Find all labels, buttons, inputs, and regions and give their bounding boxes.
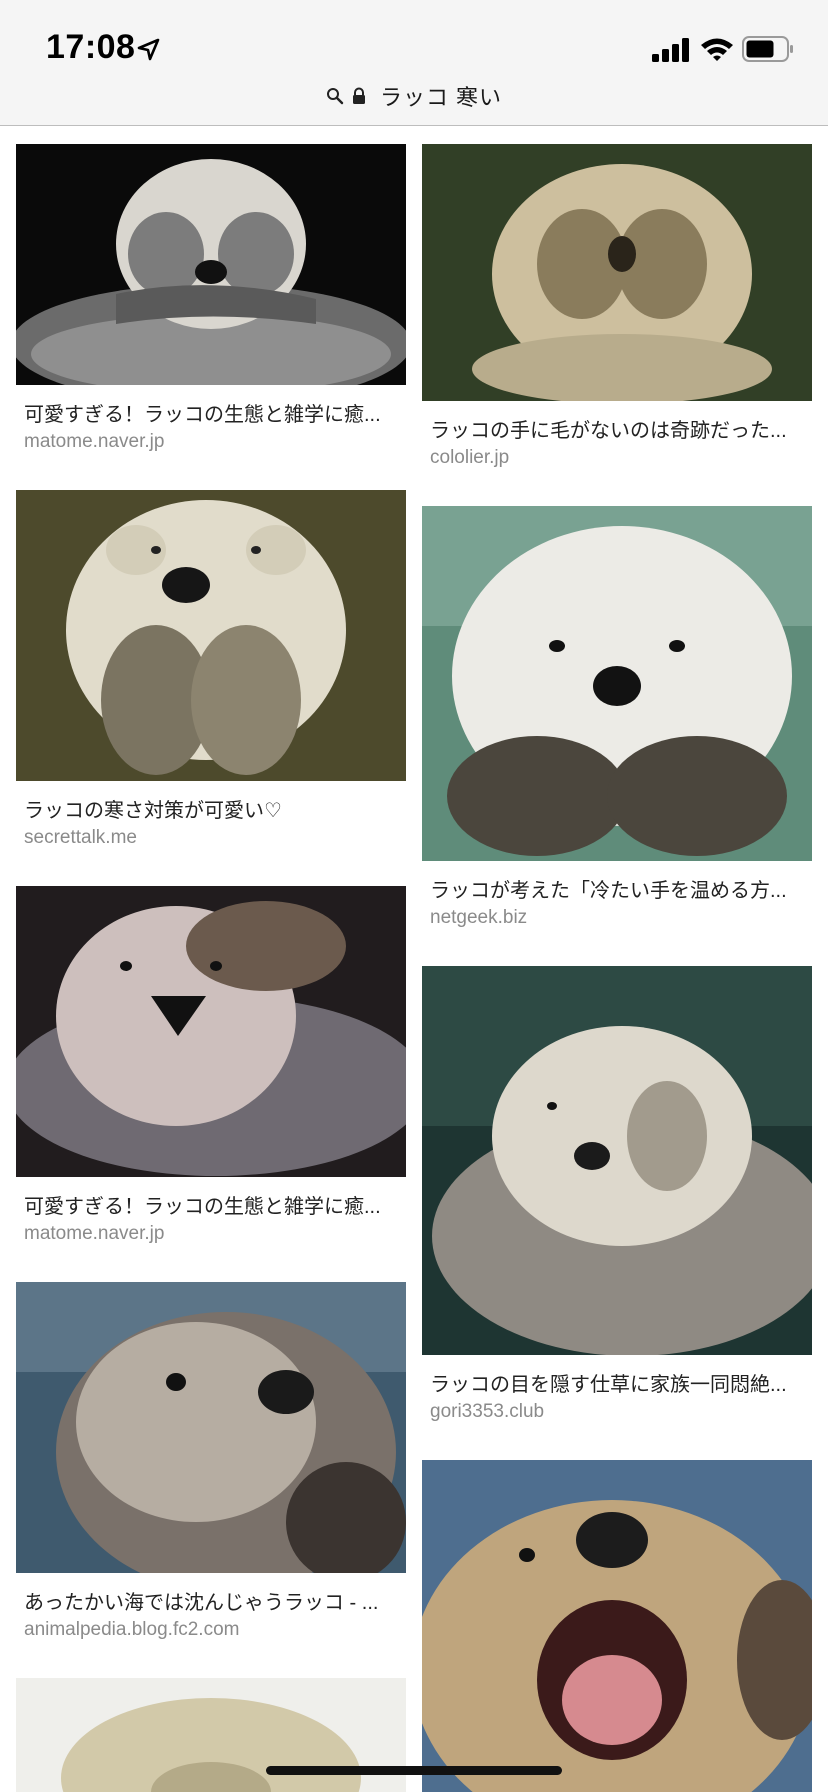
result-source: secrettalk.me bbox=[24, 827, 137, 848]
result-caption[interactable]: ラッコの目を隠す仕草に家族一同悶絶... bbox=[430, 1368, 810, 1397]
result-thumbnail[interactable] bbox=[16, 1282, 406, 1573]
result-thumbnail[interactable] bbox=[16, 144, 406, 385]
status-time: 17:08 bbox=[46, 28, 136, 66]
result-thumbnail[interactable] bbox=[422, 966, 812, 1355]
result-card[interactable]: ラッコの目を隠す仕草に家族一同悶絶... gori3353.club bbox=[422, 966, 812, 1426]
result-source: matome.naver.jp bbox=[24, 431, 165, 452]
search-query: ラッコ 寒い bbox=[379, 85, 503, 110]
result-source: gori3353.club bbox=[430, 1401, 545, 1422]
result-source: cololier.jp bbox=[430, 447, 510, 468]
result-caption[interactable]: ラッコが考えた「冷たい手を温める方... bbox=[430, 874, 810, 903]
result-caption[interactable]: あったかい海では沈んじゃうラッコ - ... bbox=[24, 1586, 404, 1615]
result-card[interactable]: ラッコの手に毛がないのは奇跡だった... cololier.jp bbox=[422, 144, 812, 470]
home-indicator[interactable] bbox=[266, 1766, 562, 1775]
result-caption[interactable]: ラッコの手に毛がないのは奇跡だった... bbox=[430, 414, 810, 443]
result-card[interactable] bbox=[422, 1460, 812, 1792]
result-card[interactable]: あったかい海では沈んじゃうラッコ - ... animalpedia.blog.… bbox=[16, 1282, 406, 1642]
result-card[interactable]: 可愛すぎる！ラッコの生態と雑学に癒... matome.naver.jp bbox=[16, 886, 406, 1246]
result-thumbnail[interactable] bbox=[422, 144, 812, 401]
browser-top-bar: 17:08 ラッコ 寒い bbox=[0, 0, 828, 126]
result-source: netgeek.biz bbox=[430, 907, 528, 928]
result-thumbnail[interactable] bbox=[422, 506, 812, 861]
result-thumbnail[interactable] bbox=[16, 886, 406, 1177]
lock-icon bbox=[352, 87, 365, 104]
search-icon bbox=[326, 88, 344, 105]
result-thumbnail[interactable] bbox=[422, 1460, 812, 1792]
result-card[interactable]: ラッコが考えた「冷たい手を温める方... netgeek.biz bbox=[422, 506, 812, 936]
result-source: matome.naver.jp bbox=[24, 1223, 165, 1244]
wifi-icon bbox=[701, 38, 733, 61]
result-caption[interactable]: 可愛すぎる！ラッコの生態と雑学に癒... bbox=[24, 1190, 404, 1219]
location-arrow-icon bbox=[137, 38, 160, 61]
result-card[interactable]: ラッコの寒さ対策が可愛い♡ secrettalk.me bbox=[16, 490, 406, 850]
result-thumbnail[interactable] bbox=[16, 490, 406, 781]
cellular-signal-icon bbox=[652, 38, 689, 62]
battery-icon bbox=[742, 36, 793, 62]
result-card[interactable]: 可愛すぎる！ラッコの生態と雑学に癒... matome.naver.jp bbox=[16, 144, 406, 454]
address-bar[interactable]: ラッコ 寒い bbox=[0, 78, 828, 114]
result-source: animalpedia.blog.fc2.com bbox=[24, 1619, 240, 1640]
result-caption[interactable]: 可愛すぎる！ラッコの生態と雑学に癒... bbox=[24, 398, 404, 427]
result-caption[interactable]: ラッコの寒さ対策が可愛い♡ bbox=[24, 794, 404, 823]
